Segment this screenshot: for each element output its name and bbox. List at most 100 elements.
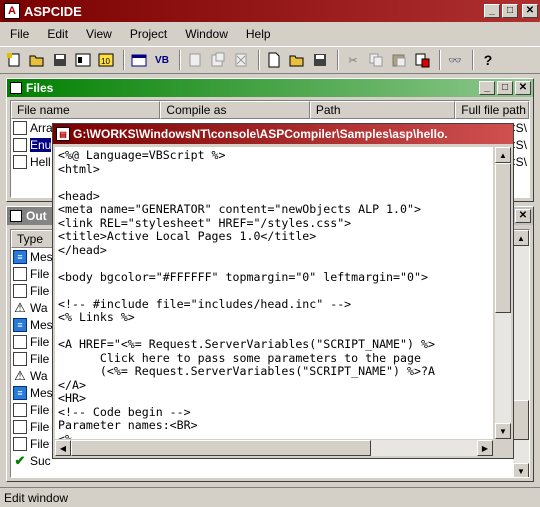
copy-page-icon[interactable] bbox=[185, 50, 205, 70]
code-editor[interactable]: <%@ Language=VBScript %> <html> <head> <met… bbox=[55, 147, 493, 439]
calendar-icon[interactable] bbox=[129, 50, 149, 70]
scroll-down-button[interactable]: ▼ bbox=[513, 463, 529, 477]
editor-window: ▤ G:\WORKS\WindowsNT\console\ASPCompiler… bbox=[52, 123, 514, 459]
new-file-icon[interactable] bbox=[264, 50, 284, 70]
files-panel-title-bar: Files _ □ ✕ bbox=[7, 79, 533, 97]
help-icon[interactable]: ? bbox=[478, 50, 498, 70]
menu-project[interactable]: Project bbox=[130, 27, 167, 41]
files-panel-title: Files bbox=[26, 81, 54, 95]
status-bar: Edit window bbox=[0, 487, 540, 507]
maximize-button[interactable]: □ bbox=[502, 4, 518, 18]
app-title-bar: A ASPCIDE _ □ ✕ bbox=[0, 0, 540, 22]
close-button[interactable]: ✕ bbox=[522, 4, 538, 18]
code-line: (<%= Request.ServerVariables("SCRIPT_NAM… bbox=[58, 364, 435, 378]
output-scrollbar[interactable]: ▲ ▼ bbox=[513, 230, 529, 477]
menu-help[interactable]: Help bbox=[246, 27, 271, 41]
files-close-button[interactable]: ✕ bbox=[515, 81, 531, 95]
code-line: </A> bbox=[58, 377, 86, 392]
replace-icon[interactable] bbox=[412, 50, 432, 70]
column-path[interactable]: Path bbox=[309, 101, 456, 119]
scroll-thumb[interactable] bbox=[71, 440, 371, 456]
output-panel-icon bbox=[10, 210, 22, 222]
app-title: ASPCIDE bbox=[24, 3, 82, 19]
vb-icon[interactable]: VB bbox=[152, 50, 172, 70]
file-icon bbox=[13, 283, 27, 298]
binoculars-icon[interactable]: 👓 bbox=[445, 50, 465, 70]
editor-scrollbar-vertical[interactable]: ▲ ▼ bbox=[495, 147, 511, 439]
menu-edit[interactable]: Edit bbox=[47, 27, 68, 41]
output-type-label: File bbox=[30, 266, 50, 281]
column-file-name[interactable]: File name bbox=[11, 101, 161, 119]
scroll-thumb[interactable] bbox=[495, 163, 511, 313]
code-line: <%@ Language=VBScript %> bbox=[58, 148, 226, 162]
menu-view[interactable]: View bbox=[86, 27, 112, 41]
editor-scrollbar-horizontal[interactable]: ◀ ▶ bbox=[55, 440, 493, 456]
delete-page-icon[interactable] bbox=[231, 50, 251, 70]
scroll-up-button[interactable]: ▲ bbox=[513, 230, 529, 246]
toolbar: 10 VB ✂ 👓 ? bbox=[0, 46, 540, 74]
toolbar-separator bbox=[179, 50, 181, 70]
file-icon bbox=[13, 120, 27, 135]
column-compile-as[interactable]: Compile as bbox=[160, 101, 310, 119]
files-column-headers: File name Compile as Path Full file path bbox=[11, 101, 529, 119]
code-line: Parameter names:<BR> bbox=[58, 418, 198, 432]
file-name: Enu bbox=[30, 137, 52, 152]
scroll-right-button[interactable]: ▶ bbox=[477, 440, 493, 456]
output-type-label: Mes bbox=[30, 317, 53, 332]
compile-all-icon[interactable]: 10 bbox=[96, 50, 116, 70]
cut-icon[interactable]: ✂ bbox=[343, 50, 363, 70]
code-line: <html> bbox=[58, 161, 100, 176]
save-file-icon[interactable] bbox=[310, 50, 330, 70]
minimize-button[interactable]: _ bbox=[484, 4, 500, 18]
menu-window[interactable]: Window bbox=[185, 27, 228, 41]
output-type-label: File bbox=[30, 351, 50, 366]
code-line: <meta name="GENERATOR" content="newObjec… bbox=[58, 202, 421, 216]
file-icon bbox=[13, 436, 27, 451]
warning-icon: ⚠ bbox=[14, 367, 26, 383]
open-icon[interactable] bbox=[27, 50, 47, 70]
scroll-down-button[interactable]: ▼ bbox=[495, 423, 511, 439]
file-icon bbox=[13, 419, 27, 434]
editor-doc-icon: ▤ bbox=[56, 127, 70, 141]
scroll-up-button[interactable]: ▲ bbox=[495, 147, 511, 163]
files-panel-icon bbox=[10, 82, 22, 94]
paste-icon[interactable] bbox=[389, 50, 409, 70]
files-minimize-button[interactable]: _ bbox=[479, 81, 495, 95]
output-type-label: Suc bbox=[30, 453, 51, 468]
toolbar-separator bbox=[472, 50, 474, 70]
code-line: <body bgcolor="#FFFFFF" topmargin="0" le… bbox=[58, 269, 428, 284]
scroll-left-button[interactable]: ◀ bbox=[55, 440, 71, 456]
code-line: <!-- Code begin --> bbox=[58, 404, 191, 419]
output-type-label: File bbox=[30, 436, 50, 451]
open-file-icon[interactable] bbox=[287, 50, 307, 70]
output-type-label: File bbox=[30, 419, 50, 434]
code-line: </head> bbox=[58, 242, 107, 257]
compile-icon[interactable] bbox=[73, 50, 93, 70]
file-icon bbox=[13, 334, 27, 349]
code-line: <title>Active Local Pages 1.0</title> bbox=[58, 229, 317, 243]
new-project-icon[interactable] bbox=[4, 50, 24, 70]
size-grip[interactable] bbox=[495, 440, 511, 456]
output-type-label: Wa bbox=[30, 300, 48, 315]
paste-page-icon[interactable] bbox=[208, 50, 228, 70]
file-icon bbox=[13, 351, 27, 366]
code-line: <head> bbox=[58, 188, 100, 203]
code-line: <!-- #include file="includes/head.inc" -… bbox=[58, 296, 352, 311]
status-text: Edit window bbox=[4, 491, 69, 505]
save-icon[interactable] bbox=[50, 50, 70, 70]
code-line: <A HREF="<%= Request.ServerVariables("SC… bbox=[58, 337, 435, 351]
code-line: Click here to pass some parameters to th… bbox=[58, 350, 421, 365]
toolbar-separator bbox=[258, 50, 260, 70]
menu-file[interactable]: File bbox=[10, 27, 29, 41]
column-full-file-path[interactable]: Full file path bbox=[455, 101, 529, 119]
message-icon: ≡ bbox=[13, 385, 27, 400]
files-maximize-button[interactable]: □ bbox=[497, 81, 513, 95]
output-close-button[interactable]: ✕ bbox=[515, 209, 531, 223]
app-logo-icon: A bbox=[4, 3, 20, 19]
scroll-thumb[interactable] bbox=[513, 400, 529, 440]
copy-icon[interactable] bbox=[366, 50, 386, 70]
file-icon bbox=[13, 402, 27, 417]
